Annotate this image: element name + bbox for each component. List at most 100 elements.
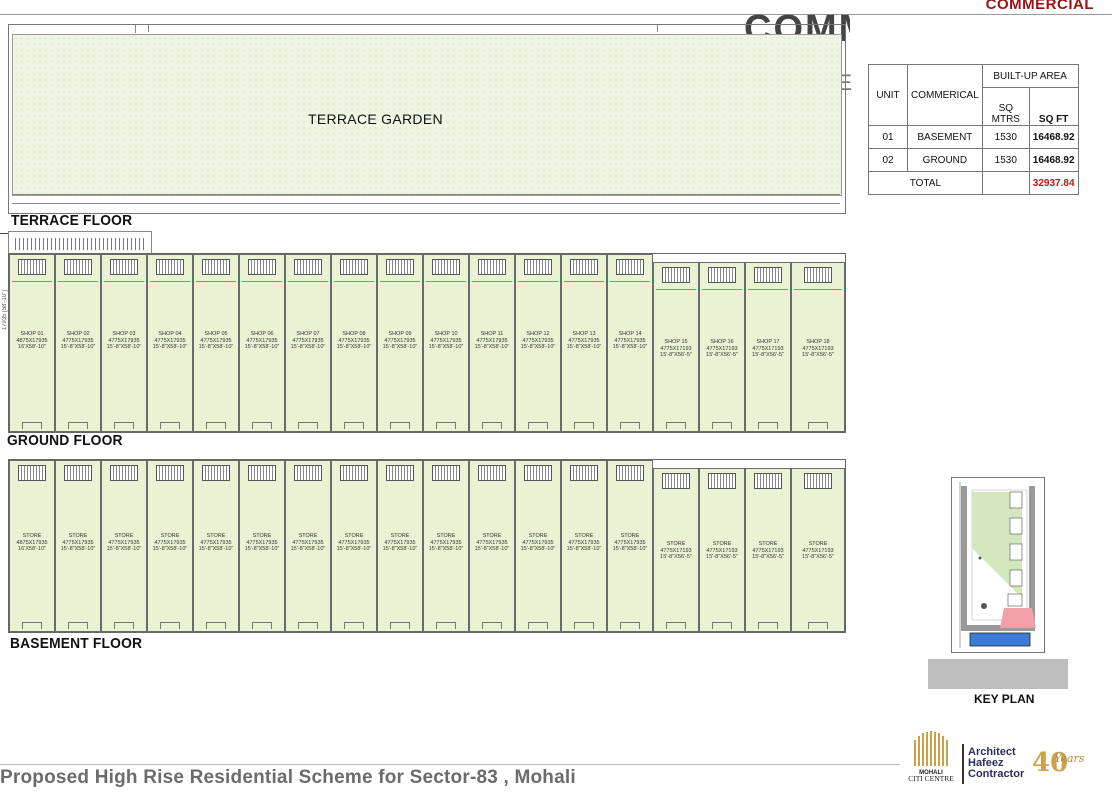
frontage-line <box>288 281 328 282</box>
shop-feet: 15'-8"X56'-5" <box>752 352 784 358</box>
door-icon <box>252 422 272 429</box>
stair-icon <box>294 465 322 481</box>
shop-label: SHOP 17 4775X17193 15'-8"X56'-5" <box>746 339 790 359</box>
row-unit: 01 <box>868 125 908 149</box>
shop-label: SHOP 03 4775X17935 15'-8"X58'-10" <box>102 331 146 351</box>
shop-unit: SHOP 11 4775X17935 15'-8"X58'-10" <box>469 254 515 432</box>
store-feet: 15'-8"X56'-5" <box>660 554 692 560</box>
door-icon <box>114 422 134 429</box>
frontage-line <box>610 281 650 282</box>
frontage-line <box>794 289 842 290</box>
door-icon <box>528 422 548 429</box>
corner-title: COMMERCIAL <box>985 0 1094 13</box>
stair-icon <box>64 465 92 481</box>
ground-entry-steps <box>12 238 146 250</box>
frontage-line <box>58 281 98 282</box>
door-icon <box>436 622 456 629</box>
shop-unit: SHOP 05 4775X17935 15'-8"X58'-10" <box>193 254 239 432</box>
store-feet: 15'-8"X56'-5" <box>802 554 834 560</box>
terrace-parapet <box>12 194 840 204</box>
th-built-up: BUILT-UP AREA <box>981 64 1079 88</box>
door-icon <box>808 422 828 429</box>
door-icon <box>482 622 502 629</box>
total-label: TOTAL <box>868 171 983 195</box>
door-icon <box>344 622 364 629</box>
door-icon <box>344 422 364 429</box>
store-unit: STORE 4775X17193 15'-8"X56'-5" <box>791 468 845 632</box>
row-sq-ft: 16468.92 <box>1028 148 1079 172</box>
footer-rule <box>0 764 900 765</box>
store-label: STORE 4775X17935 15'-8"X58'-10" <box>286 533 330 553</box>
key-plan-label: KEY PLAN <box>974 692 1035 706</box>
frontage-line <box>242 281 282 282</box>
store-unit: STORE 4775X17935 15'-8"X58'-10" <box>193 460 239 632</box>
door-icon <box>68 622 88 629</box>
shop-feet: 15'-8"X58'-10" <box>244 344 280 350</box>
stair-icon <box>478 259 506 275</box>
stair-icon <box>248 465 276 481</box>
frontage-line <box>702 289 742 290</box>
key-plan-road <box>928 657 1068 689</box>
store-unit: STORE 4775X17193 15'-8"X56'-5" <box>699 468 745 632</box>
door-icon <box>68 422 88 429</box>
row-name: GROUND <box>907 148 983 172</box>
store-label: STORE 4775X17193 15'-8"X56'-5" <box>654 541 698 561</box>
shop-label: SHOP 01 4875X17935 16'X58'-10" <box>10 331 54 351</box>
door-icon <box>390 422 410 429</box>
shop-feet: 15'-8"X58'-10" <box>336 344 372 350</box>
frontage-line <box>334 281 374 282</box>
architect-line3: Contractor <box>968 768 1025 780</box>
store-feet: 15'-8"X58'-10" <box>60 546 96 552</box>
frontage-line <box>518 281 558 282</box>
shop-label: SHOP 14 4775X17935 15'-8"X58'-10" <box>608 331 652 351</box>
logo-line2: CITI CENTRE <box>908 774 954 783</box>
stair-icon <box>18 259 46 275</box>
shop-label: SHOP 13 4775X17935 15'-8"X58'-10" <box>562 331 606 351</box>
shop-unit: SHOP 06 4775X17935 15'-8"X58'-10" <box>239 254 285 432</box>
shop-feet: 15'-8"X58'-10" <box>428 344 464 350</box>
store-label: STORE 4775X17935 15'-8"X58'-10" <box>470 533 514 553</box>
shop-feet: 15'-8"X58'-10" <box>106 344 142 350</box>
shop-label: SHOP 18 4775X17193 15'-8"X56'-5" <box>792 339 844 359</box>
shop-feet: 15'-8"X58'-10" <box>198 344 234 350</box>
door-icon <box>666 422 686 429</box>
stair-icon <box>386 465 414 481</box>
shop-label: SHOP 06 4775X17935 15'-8"X58'-10" <box>240 331 284 351</box>
store-feet: 15'-8"X58'-10" <box>612 546 648 552</box>
store-label: STORE 4775X17935 15'-8"X58'-10" <box>378 533 422 553</box>
shop-unit: SHOP 13 4775X17935 15'-8"X58'-10" <box>561 254 607 432</box>
key-plan-map <box>951 477 1045 653</box>
door-icon <box>528 622 548 629</box>
anniversary-script: Years <box>1054 752 1085 765</box>
frontage-line <box>564 281 604 282</box>
store-feet: 15'-8"X58'-10" <box>336 546 372 552</box>
door-icon <box>160 422 180 429</box>
store-unit: STORE 4775X17935 15'-8"X58'-10" <box>147 460 193 632</box>
th-commerical: COMMERICAL <box>907 64 983 126</box>
store-label: STORE 4775X17935 15'-8"X58'-10" <box>102 533 146 553</box>
architect-credit: Architect Hafeez Contractor <box>968 747 1024 780</box>
store-unit: STORE 4775X17935 15'-8"X58'-10" <box>561 460 607 632</box>
store-feet: 15'-8"X56'-5" <box>706 554 738 560</box>
shop-feet: 15'-8"X58'-10" <box>566 344 602 350</box>
anniversary-logo: 40Years <box>1032 748 1098 778</box>
project-title: Proposed High Rise Residential Scheme fo… <box>0 767 576 788</box>
store-label: STORE 4875X17935 16'X58'-10" <box>10 533 54 553</box>
stair-icon <box>616 259 644 275</box>
stair-icon <box>570 465 598 481</box>
store-feet: 15'-8"X58'-10" <box>520 546 556 552</box>
store-label: STORE 4775X17935 15'-8"X58'-10" <box>56 533 100 553</box>
store-label: STORE 4775X17935 15'-8"X58'-10" <box>562 533 606 553</box>
logo-divider <box>962 744 964 784</box>
stair-icon <box>432 259 460 275</box>
shop-unit: SHOP 18 4775X17193 15'-8"X56'-5" <box>791 262 845 432</box>
stair-icon <box>662 267 690 283</box>
basement-floor-label: BASEMENT FLOOR <box>10 635 143 652</box>
shop-unit: SHOP 07 4775X17935 15'-8"X58'-10" <box>285 254 331 432</box>
th-unit: UNIT <box>868 64 908 126</box>
stair-icon <box>202 259 230 275</box>
shop-unit: SHOP 17 4775X17193 15'-8"X56'-5" <box>745 262 791 432</box>
shop-feet: 15'-8"X58'-10" <box>290 344 326 350</box>
store-feet: 15'-8"X58'-10" <box>244 546 280 552</box>
door-icon <box>298 622 318 629</box>
